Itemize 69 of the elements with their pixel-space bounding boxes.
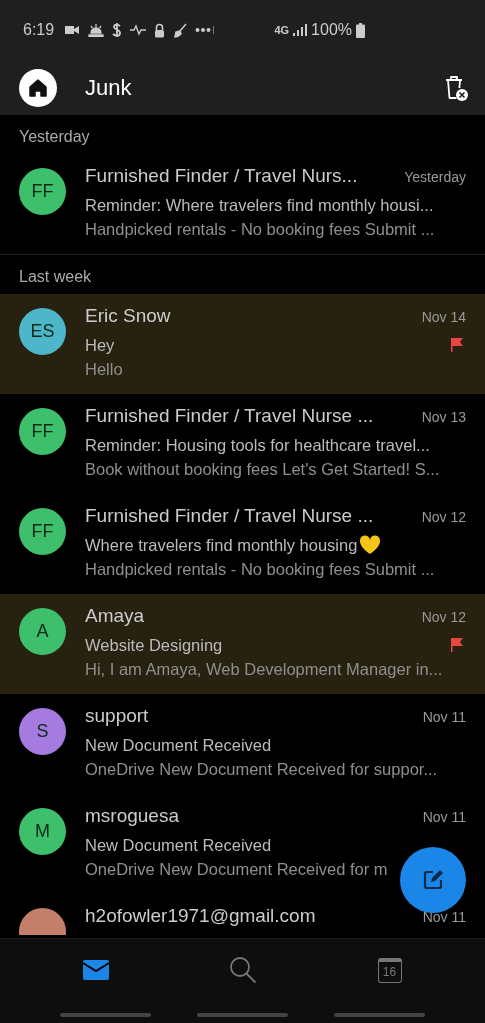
more-icon [195, 26, 216, 34]
message-subject: New Document Received [85, 735, 272, 755]
message-date: Nov 13 [421, 409, 466, 425]
lock-icon [154, 22, 166, 38]
flag-icon [450, 637, 464, 653]
message-subject: Reminder: Housing tools for healthcare travel... [85, 435, 430, 455]
broom-icon [173, 22, 188, 38]
sender-name: support [85, 705, 149, 727]
folder-title: Junk [85, 74, 133, 101]
sender-name: Eric Snow [85, 305, 171, 327]
sender-name: Furnished Finder / Travel Nurse ... [85, 405, 374, 427]
sender-name: h2ofowler1971@gmail.com [85, 905, 316, 927]
home-icon [28, 77, 48, 98]
dollar-icon [112, 22, 123, 38]
avatar: ES [19, 308, 66, 355]
network-type: 4G [274, 24, 290, 36]
sender-name: Amaya [85, 605, 145, 627]
sender-name: Furnished Finder / Travel Nurs... [85, 165, 358, 187]
mail-icon [81, 959, 110, 981]
avatar: S [19, 708, 66, 755]
section-header: Yesterday [18, 127, 91, 147]
avatar: M [19, 808, 66, 855]
section-header: Last week [18, 267, 93, 287]
message-row[interactable]: FF Furnished Finder / Travel Nurse ... Nov 12 Where travelers find monthly housing Handpicked rentals - No booking fees Submit ... [0, 494, 485, 594]
trash-delete-icon [443, 73, 469, 102]
message-preview: Handpicked rentals - No booking fees Submit ... [85, 560, 435, 578]
message-preview: OneDrive New Document Received for m [85, 860, 388, 878]
calendar-tab[interactable]: 16 [359, 957, 420, 983]
message-date: Nov 14 [421, 309, 466, 325]
avatar: FF [19, 168, 66, 215]
signal-icon [293, 24, 308, 36]
message-preview: Handpicked rentals - No booking fees Submit ... [85, 220, 435, 238]
message-row[interactable]: A Amaya Nov 12 Website Designing Hi, I am Amaya, Web Development Manager in... [0, 594, 485, 694]
message-subject: New Document Received [85, 835, 272, 855]
battery-percent: 100% [311, 21, 352, 39]
calendar-icon: 16 [377, 957, 402, 983]
message-date: Nov 11 [422, 809, 466, 825]
message-date: Nov 12 [421, 609, 466, 625]
avatar: FF [19, 508, 66, 555]
message-subject: Hey [85, 335, 115, 355]
flag-icon [450, 337, 464, 353]
message-row[interactable]: ES Eric Snow Nov 14 Hey Hello [0, 294, 485, 394]
message-preview: Hello [85, 360, 123, 378]
battery-icon [356, 22, 365, 38]
pulse-icon [130, 24, 147, 36]
message-date: Nov 11 [422, 909, 466, 925]
message-subject: Website Designing [85, 635, 223, 655]
sender-name: msroguesa [85, 805, 179, 827]
status-time: 6:19 [23, 21, 55, 39]
message-preview: Hi, I am Amaya, Web Development Manager in... [85, 660, 443, 678]
video-camera-icon [64, 24, 81, 36]
message-row[interactable]: FF Furnished Finder / Travel Nurs... Yesterday Reminder: Where travelers find monthly housi... Handpicked rentals - No booking fees Submit ... [0, 154, 485, 254]
message-preview: OneDrive New Document Received for suppor... [85, 760, 438, 778]
message-subject: Reminder: Where travelers find monthly housi... [85, 195, 434, 215]
message-row[interactable]: FF Furnished Finder / Travel Nurse ... Nov 13 Reminder: Housing tools for healthcare travel... Book without booking fees Let's Get Started! S... [0, 394, 485, 494]
message-row[interactable]: S support Nov 11 New Document Received OneDrive New Document Received for suppor... [0, 694, 485, 794]
empty-junk-button[interactable] [443, 73, 469, 102]
message-row[interactable]: M msroguesa Nov 11 New Document Received OneDrive New Document Received for m [0, 794, 485, 894]
sender-name: Furnished Finder / Travel Nurse ... [85, 505, 374, 527]
message-preview: Book without booking fees Let's Get Started! S... [85, 460, 440, 478]
message-date: Nov 11 [422, 709, 466, 725]
message-subject: Where travelers find monthly housing [85, 535, 358, 555]
message-date: Nov 12 [421, 509, 466, 525]
avatar: A [19, 608, 66, 655]
search-icon [228, 956, 257, 984]
home-button[interactable] [19, 68, 57, 107]
compose-icon [422, 869, 444, 891]
avatar: FF [19, 408, 66, 455]
message-date: Yesterday [404, 169, 466, 185]
